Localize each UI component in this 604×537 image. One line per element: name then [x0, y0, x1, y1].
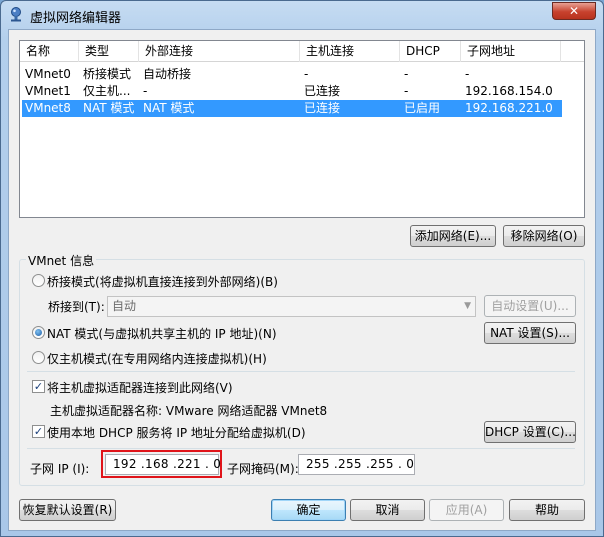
- cell-external: NAT 模式: [143, 101, 195, 115]
- table-row[interactable]: VMnet0 桥接模式 自动桥接 - - -: [22, 66, 562, 83]
- cell-name: VMnet8: [25, 101, 71, 115]
- connect-adapter-label[interactable]: 将主机虚拟适配器连接到此网络(V): [47, 379, 233, 396]
- separator: [27, 371, 575, 372]
- restore-defaults-button[interactable]: 恢复默认设置(R): [19, 499, 116, 521]
- cell-subnet: 192.168.221.0: [465, 101, 553, 115]
- network-editor-icon: [11, 7, 21, 22]
- bridged-to-select[interactable]: 自动 ▼: [107, 296, 476, 317]
- cell-type: 桥接模式: [83, 67, 132, 81]
- apply-button[interactable]: 应用(A): [429, 499, 504, 521]
- cell-name: VMnet1: [25, 84, 71, 98]
- bridged-to-value: 自动: [112, 299, 137, 313]
- nat-mode-label[interactable]: NAT 模式(与虚拟机共享主机的 IP 地址)(N): [47, 325, 277, 342]
- column-header-name[interactable]: 名称: [20, 41, 79, 62]
- cell-dhcp: -: [404, 67, 409, 81]
- table-row-selected[interactable]: VMnet8 NAT 模式 NAT 模式 已连接 已启用 192.168.221…: [22, 100, 562, 117]
- cell-type: NAT 模式: [83, 101, 135, 115]
- subnet-ip-label: 子网 IP (I):: [30, 462, 90, 476]
- ok-button[interactable]: 确定: [271, 499, 346, 521]
- column-header-subnet[interactable]: 子网地址: [461, 41, 561, 62]
- help-button[interactable]: 帮助: [509, 499, 585, 521]
- column-header-dhcp[interactable]: DHCP: [400, 41, 461, 62]
- nat-mode-radio[interactable]: [32, 326, 45, 339]
- window-title: 虚拟网络编辑器: [30, 11, 122, 26]
- cell-subnet: -: [465, 67, 470, 81]
- cell-name: VMnet0: [25, 67, 71, 81]
- subnet-mask-input[interactable]: 255 .255 .255 . 0: [298, 454, 415, 475]
- cell-host-connection: 已连接: [304, 101, 341, 115]
- virtual-network-editor-window: 虚拟网络编辑器 ✕ 名称 类型 外部连接 主机连接 DHCP 子网地址 VMne…: [0, 0, 604, 537]
- host-only-mode-label[interactable]: 仅主机模式(在专用网络内连接虚拟机)(H): [47, 350, 267, 367]
- table-row[interactable]: VMnet1 仅主机... - 已连接 - 192.168.154.0: [22, 83, 562, 100]
- bridged-to-label: 桥接到(T):: [48, 300, 105, 314]
- subnet-ip-input[interactable]: 192 .168 .221 . 0: [105, 454, 221, 475]
- cell-host-connection: -: [304, 67, 309, 81]
- auto-settings-button[interactable]: 自动设置(U)...: [484, 295, 576, 317]
- cell-external: 自动桥接: [143, 67, 192, 81]
- dhcp-settings-button[interactable]: DHCP 设置(C)...: [484, 421, 576, 443]
- close-button[interactable]: ✕: [552, 2, 596, 20]
- cell-external: -: [143, 84, 148, 98]
- title-bar[interactable]: 虚拟网络编辑器 ✕: [1, 1, 603, 29]
- add-network-button[interactable]: 添加网络(E)...: [410, 225, 496, 247]
- bridged-mode-label[interactable]: 桥接模式(将虚拟机直接连接到外部网络)(B): [47, 273, 278, 290]
- host-only-mode-radio[interactable]: [32, 351, 45, 364]
- adapter-name-text: 主机虚拟适配器名称: VMware 网络适配器 VMnet8: [50, 404, 328, 418]
- dhcp-label[interactable]: 使用本地 DHCP 服务将 IP 地址分配给虚拟机(D): [47, 424, 306, 441]
- bridged-mode-radio[interactable]: [32, 274, 45, 287]
- column-header-host-connection[interactable]: 主机连接: [300, 41, 400, 62]
- cell-host-connection: 已连接: [304, 84, 341, 98]
- cancel-button[interactable]: 取消: [350, 499, 425, 521]
- close-icon: ✕: [568, 4, 580, 18]
- cell-type: 仅主机...: [83, 84, 131, 98]
- connect-adapter-checkbox[interactable]: ✓: [32, 380, 45, 393]
- cell-dhcp: 已启用: [404, 101, 441, 115]
- dhcp-checkbox[interactable]: ✓: [32, 425, 45, 438]
- column-header-type[interactable]: 类型: [79, 41, 139, 62]
- network-list-header: 名称 类型 外部连接 主机连接 DHCP 子网地址: [20, 41, 584, 62]
- column-header-external[interactable]: 外部连接: [139, 41, 300, 62]
- subnet-mask-label: 子网掩码(M):: [227, 462, 299, 476]
- cell-subnet: 192.168.154.0: [465, 84, 553, 98]
- vmnet-info-title: VMnet 信息: [26, 252, 97, 269]
- separator: [27, 448, 575, 449]
- nat-settings-button[interactable]: NAT 设置(S)...: [484, 322, 576, 344]
- cell-dhcp: -: [404, 84, 409, 98]
- chevron-down-icon: ▼: [464, 301, 471, 311]
- network-list[interactable]: 名称 类型 外部连接 主机连接 DHCP 子网地址 VMnet0 桥接模式 自动…: [19, 40, 585, 218]
- dialog-client-area: 名称 类型 外部连接 主机连接 DHCP 子网地址 VMnet0 桥接模式 自动…: [8, 29, 596, 531]
- remove-network-button[interactable]: 移除网络(O): [503, 225, 585, 247]
